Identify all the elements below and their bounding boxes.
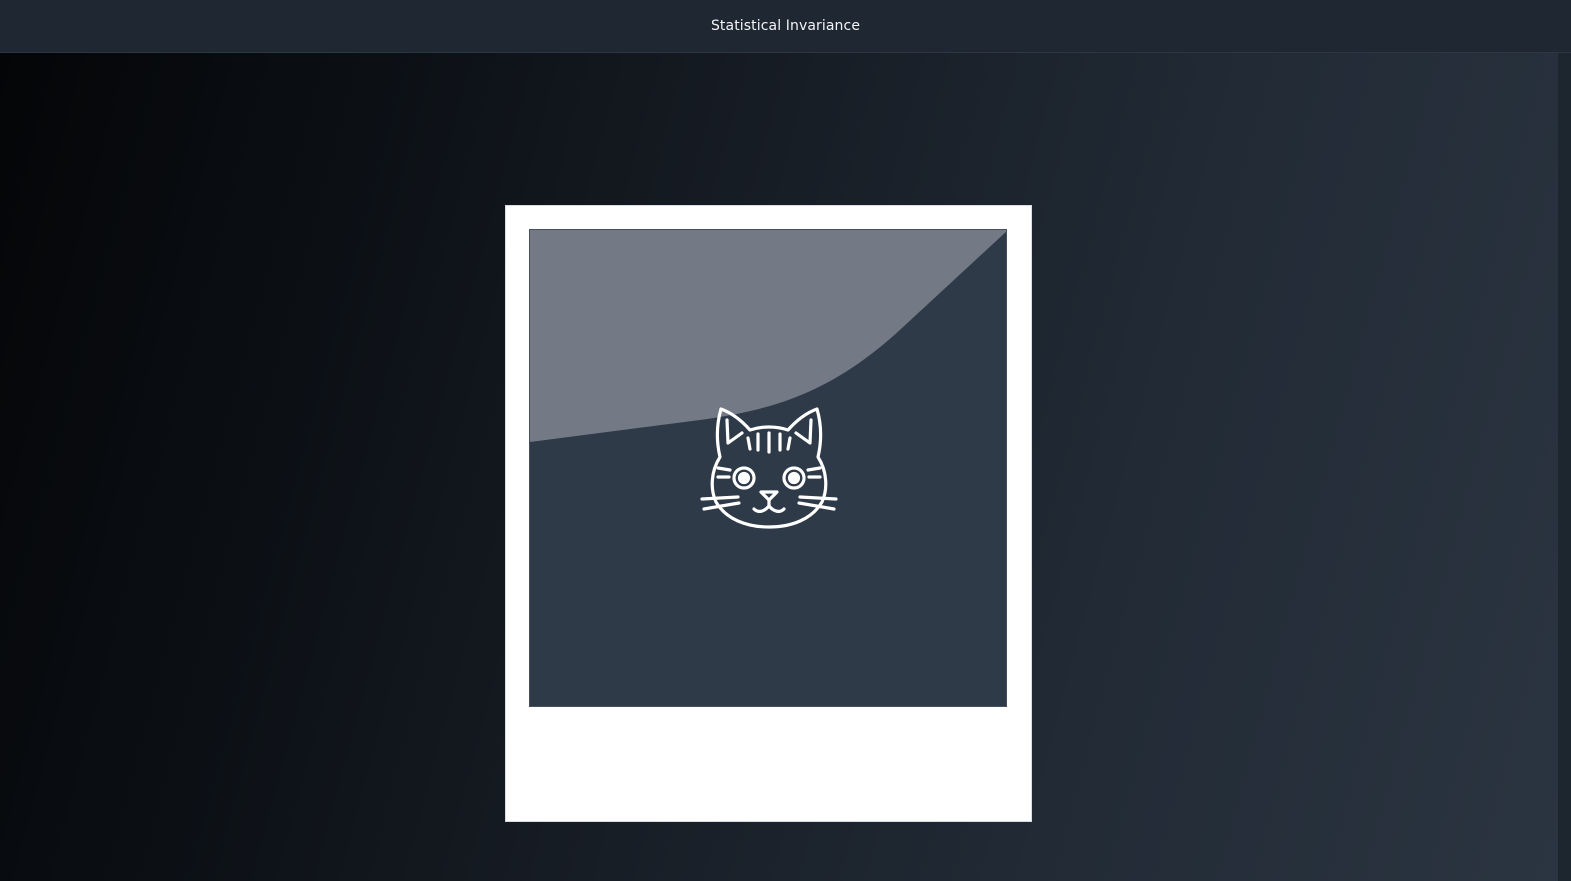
photo-area (529, 229, 1007, 707)
cat-face-icon (700, 407, 838, 529)
window-title: Statistical Invariance (710, 18, 861, 34)
right-edge-strip (1558, 53, 1571, 881)
polaroid-card (506, 206, 1031, 821)
title-bar: Statistical Invariance (0, 0, 1571, 53)
